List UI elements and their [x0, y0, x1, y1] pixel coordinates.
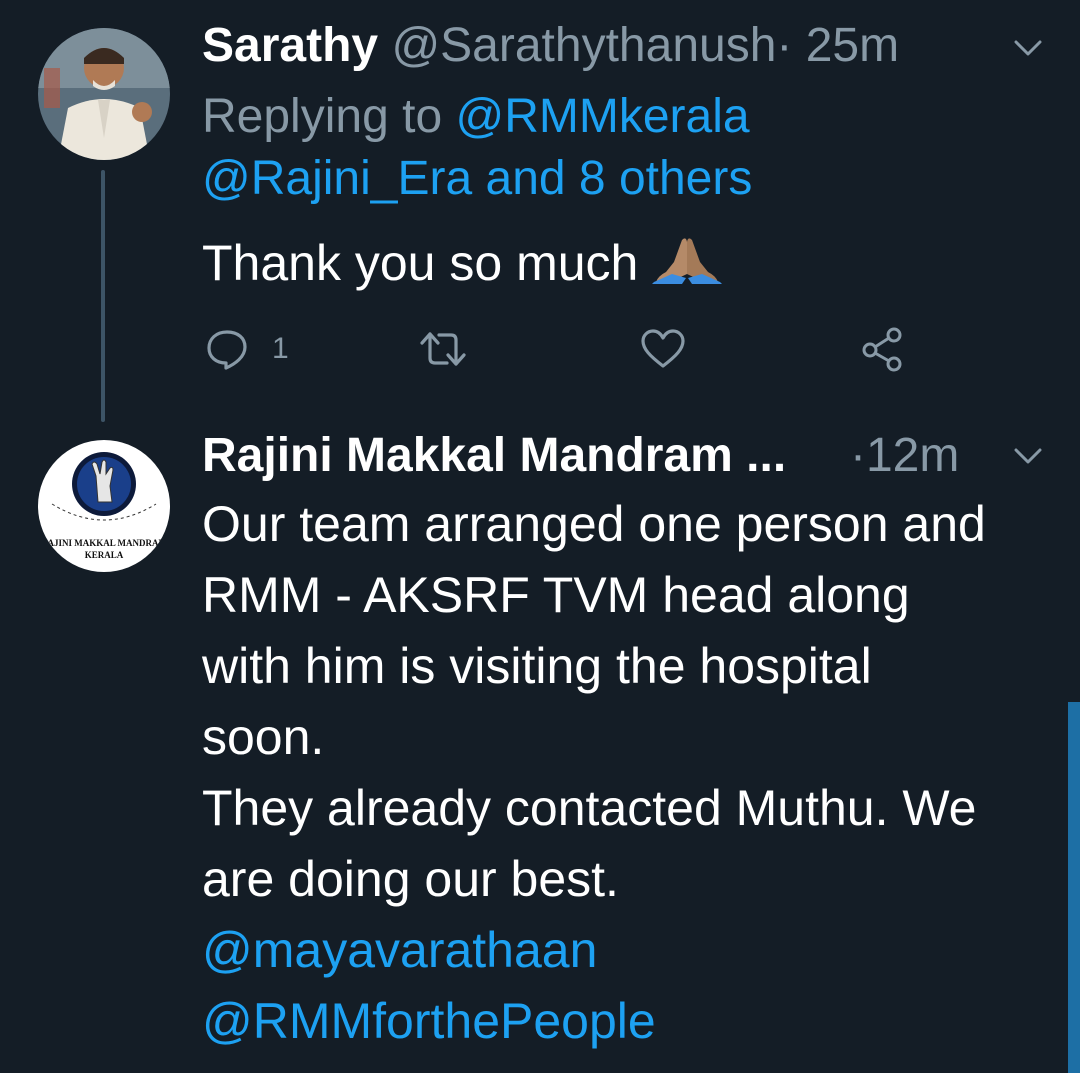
reply-button[interactable]: 1 — [202, 324, 289, 374]
like-button[interactable] — [638, 324, 688, 374]
time-group: ·12m — [850, 426, 959, 486]
reply-icon — [207, 330, 247, 370]
avatar-sarathy[interactable] — [38, 28, 170, 160]
tweet-text: Thank you so much — [202, 228, 1062, 299]
logo-text-line1: RAJINI MAKKAL MANDRAM — [41, 538, 167, 548]
like-icon — [641, 329, 685, 368]
replying-to: Replying to @RMMkerala @Rajini_Era and 8… — [202, 86, 1042, 210]
replying-to-user-link[interactable]: @RMMkerala — [455, 90, 749, 143]
display-name[interactable]: Rajini Makkal Mandram ... — [202, 429, 786, 482]
tweet-actions: 1 — [202, 324, 922, 374]
mention-link[interactable]: @RMMforthePeople — [202, 993, 656, 1049]
share-button[interactable] — [858, 324, 908, 374]
display-name[interactable]: Sarathy — [202, 19, 378, 72]
chevron-down-icon[interactable] — [1008, 436, 1048, 476]
separator-dot: · — [850, 429, 866, 482]
separator-dot: · — [776, 19, 793, 72]
avatar-logo: RAJINI MAKKAL MANDRAM KERALA — [38, 440, 170, 572]
folded-hands-emoji — [652, 232, 723, 284]
tweet-header: Rajini Makkal Mandram ... ·12m — [202, 426, 959, 486]
share-icon — [862, 327, 902, 372]
avatar-photo — [38, 28, 170, 160]
replying-to-others-link[interactable]: @Rajini_Era and 8 others — [202, 152, 752, 205]
tweet-text-body: Thank you so much — [202, 235, 653, 291]
reply-count: 1 — [272, 332, 289, 365]
scrollbar[interactable] — [1068, 702, 1080, 1073]
replying-to-prefix: Replying to — [202, 90, 456, 143]
tweet-thread: Sarathy @Sarathythanush· 25m Replying to… — [0, 0, 1080, 1073]
retweet-button[interactable] — [418, 324, 468, 374]
mention-link[interactable]: @mayavarathaan — [202, 922, 597, 978]
retweet-icon — [420, 332, 466, 366]
timestamp[interactable]: 25m — [806, 19, 899, 72]
user-handle[interactable]: @Sarathythanush — [391, 19, 776, 72]
thread-connector-line — [101, 170, 105, 422]
tweet-text-body: Our team arranged one person and RMM - A… — [202, 496, 986, 907]
avatar-rmm-kerala[interactable]: RAJINI MAKKAL MANDRAM KERALA — [38, 440, 170, 572]
tweet-header: Sarathy @Sarathythanush· 25m — [202, 16, 899, 76]
timestamp[interactable]: 12m — [866, 429, 959, 482]
chevron-down-icon[interactable] — [1008, 28, 1048, 68]
tweet-text: Our team arranged one person and RMM - A… — [202, 489, 1062, 1057]
logo-text-line2: KERALA — [85, 550, 124, 560]
